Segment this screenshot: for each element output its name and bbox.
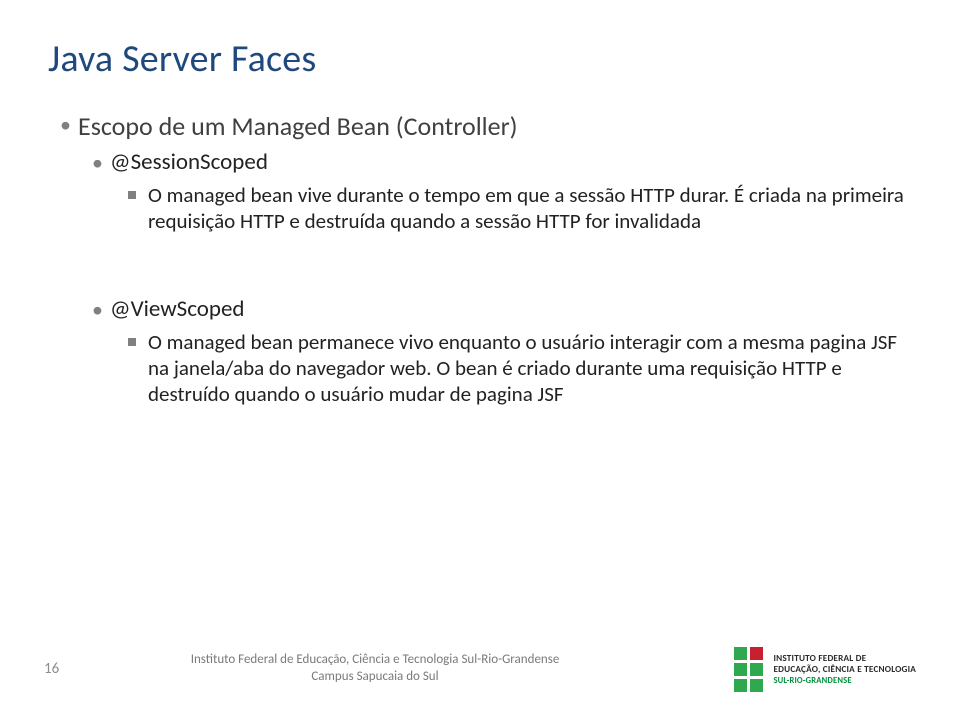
institution-line2: Campus Sapucaia do Sul — [84, 669, 666, 686]
view-body: O managed bean permanece vivo enquanto o… — [148, 329, 912, 408]
view-heading: @ViewScoped — [110, 295, 245, 323]
bullet-l3-view: O managed bean permanece vivo enquanto o… — [128, 329, 912, 408]
bullet-l2-view: @ViewScoped — [92, 295, 912, 323]
logo-sq — [750, 663, 763, 676]
bullet-l3-session: O managed bean vive durante o tempo em q… — [128, 182, 912, 235]
logo-sq — [734, 663, 747, 676]
bullet-l2-session: @SessionScoped — [92, 148, 912, 176]
logo: INSTITUTO FEDERAL DE EDUCAÇÃO, CIÊNCIA E… — [666, 647, 916, 692]
footer: 16 Instituto Federal de Educação, Ciênci… — [0, 638, 960, 700]
logo-line2: EDUCAÇÃO, CIÊNCIA E TECNOLOGIA — [773, 664, 916, 675]
logo-squares-icon — [734, 647, 763, 692]
logo-sq — [734, 647, 747, 660]
session-heading: @SessionScoped — [110, 148, 268, 176]
square-bullet-icon — [128, 338, 136, 346]
logo-line1: INSTITUTO FEDERAL DE — [773, 653, 866, 664]
slide-title: Java Server Faces — [48, 36, 912, 82]
session-body: O managed bean vive durante o tempo em q… — [148, 182, 912, 235]
logo-sq — [734, 679, 747, 692]
bullet-l1: Escopo de um Managed Bean (Controller) — [60, 110, 912, 142]
institution-text: Instituto Federal de Educação, Ciência e… — [84, 652, 666, 686]
slide: Java Server Faces Escopo de um Managed B… — [0, 0, 960, 720]
logo-sq — [750, 679, 763, 692]
square-bullet-icon — [128, 191, 136, 199]
logo-line3: SUL-RIO-GRANDENSE — [773, 676, 916, 686]
logo-text: INSTITUTO FEDERAL DE EDUCAÇÃO, CIÊNCIA E… — [773, 653, 916, 686]
institution-line1: Instituto Federal de Educação, Ciência e… — [84, 652, 666, 669]
logo-sq — [750, 647, 763, 660]
l1-text: Escopo de um Managed Bean (Controller) — [78, 110, 518, 142]
page-number: 16 — [44, 660, 84, 678]
